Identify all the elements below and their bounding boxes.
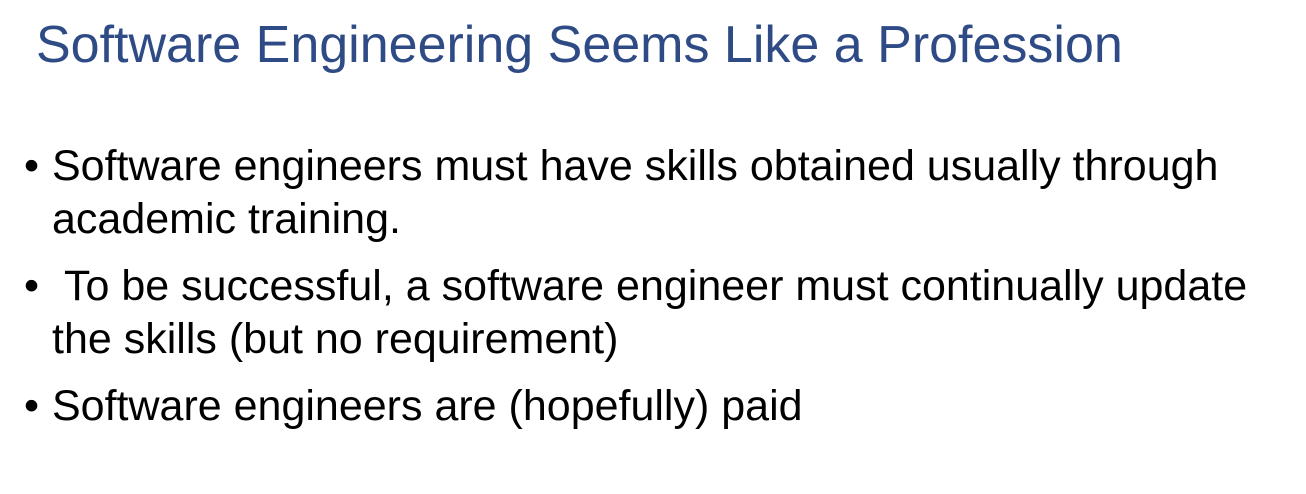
bullet-text: Software engineers are (hopefully) paid [52,382,803,430]
slide: Software Engineering Seems Like a Profes… [0,0,1306,494]
slide-title: Software Engineering Seems Like a Profes… [36,16,1123,74]
bullet-text: Software engineers must have skills obta… [52,142,1219,243]
bullet-dot-icon: • [24,142,40,190]
bullet-item: • Software engineers must have skills ob… [24,140,1294,246]
bullet-item: • Software engineers are (hopefully) pai… [24,380,1294,433]
bullet-dot-icon: • [24,262,40,310]
bullet-list: • Software engineers must have skills ob… [24,140,1294,447]
bullet-dot-icon: • [24,382,40,430]
bullet-text: To be successful, a software engineer mu… [52,262,1260,363]
bullet-item: • To be successful, a software engineer … [24,260,1294,366]
